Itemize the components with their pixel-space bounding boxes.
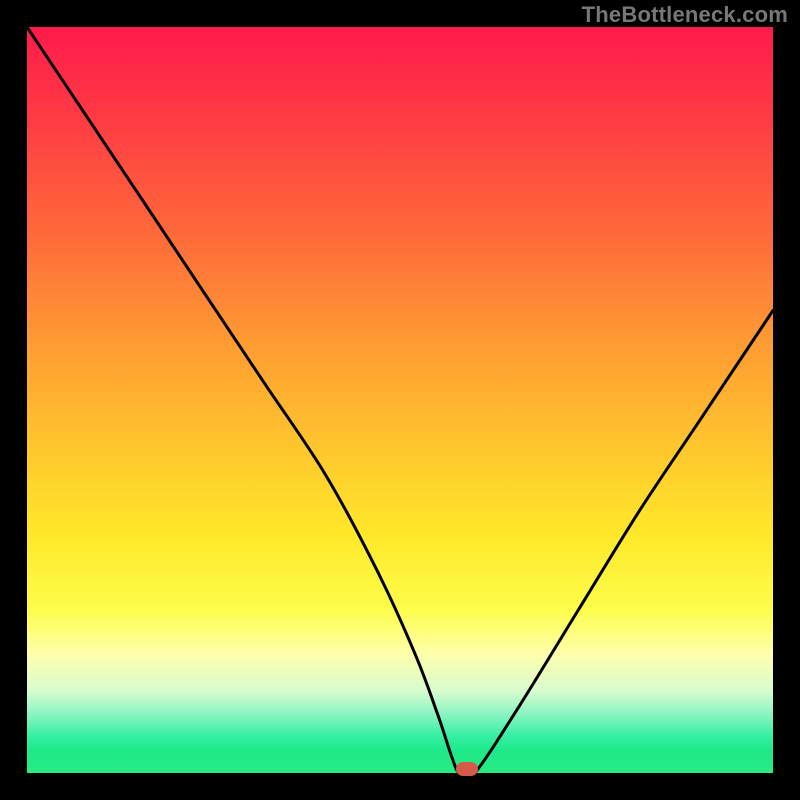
watermark-text: TheBottleneck.com (582, 2, 788, 28)
chart-frame: TheBottleneck.com (0, 0, 800, 800)
plot-area (27, 27, 773, 773)
optimal-point-marker (456, 762, 478, 776)
bottleneck-curve (27, 27, 773, 773)
